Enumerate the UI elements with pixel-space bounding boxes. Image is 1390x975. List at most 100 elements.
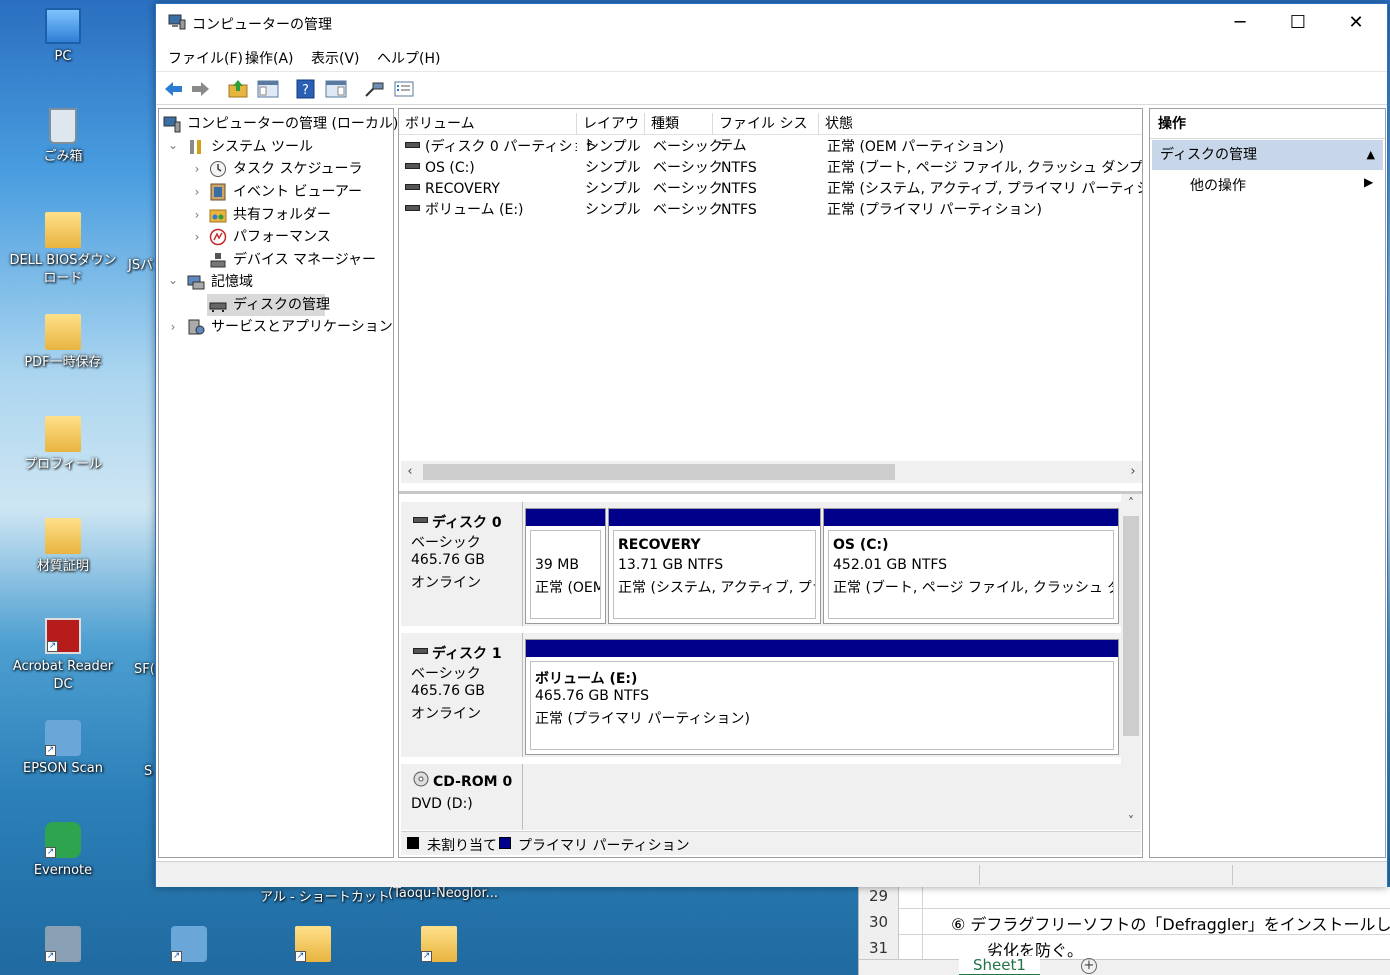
expand-arrow-icon[interactable]: ›	[191, 158, 203, 180]
disk-row-cdrom[interactable]: CD-ROM 0 DVD (D:)	[401, 764, 1121, 830]
menu-action[interactable]: 操作(A)	[245, 48, 294, 68]
partition-os-c[interactable]: OS (C:) 452.01 GB NTFS 正常 (ブート, ページ ファイル…	[823, 508, 1119, 624]
collapse-up-icon[interactable]: ▲	[1367, 140, 1375, 170]
expand-arrow-icon[interactable]: ›	[191, 226, 203, 248]
menu-file[interactable]: ファイル(F)	[168, 48, 243, 68]
title-bar[interactable]: コンピューターの管理 ─ ☐ ✕	[156, 4, 1387, 42]
partition-color-bar	[824, 509, 1118, 526]
desktop-icon-profile[interactable]: プロフィール	[4, 416, 122, 474]
shortcut-arrow-icon: ↗	[421, 951, 432, 962]
desktop-icon-pdf-temp[interactable]: PDF一時保存	[4, 314, 122, 372]
sheet-tab[interactable]: Sheet1	[959, 956, 1040, 975]
expand-arrow-icon[interactable]: ›	[191, 204, 203, 226]
desktop-icon-evernote[interactable]: ↗ Evernote	[4, 822, 122, 880]
desktop-icon-pc[interactable]: PC	[4, 8, 122, 66]
connect-icon[interactable]	[362, 78, 386, 100]
scroll-up-icon[interactable]: ˄	[1121, 494, 1141, 512]
scroll-left-icon[interactable]: ‹	[401, 461, 419, 483]
excel-row-number: 30	[859, 909, 899, 935]
properties-icon[interactable]	[392, 78, 416, 100]
disk-info[interactable]: CD-ROM 0 DVD (D:)	[401, 764, 523, 830]
folder-icon	[45, 416, 81, 452]
scrollbar-thumb[interactable]	[423, 464, 895, 480]
partition-recovery[interactable]: RECOVERY 13.71 GB NTFS 正常 (システム, アクティブ, …	[608, 508, 821, 624]
scrollbar-thumb[interactable]	[1123, 516, 1139, 736]
desktop-icon-recycle-bin[interactable]: ごみ箱	[4, 108, 122, 166]
excel-cell-text[interactable]: ⑥ デフラグフリーソフトの「Defraggler」をインストールして	[951, 911, 1390, 935]
partition-status: 正常 (システム, アクティブ, プライマリ	[618, 580, 815, 596]
legend-swatch-unallocated	[407, 837, 419, 849]
pc-icon	[45, 8, 81, 44]
disk-info[interactable]: ディスク 0 ベーシック 465.76 GB オンライン	[401, 502, 523, 626]
maximize-button[interactable]: ☐	[1269, 4, 1327, 42]
expand-arrow-icon[interactable]: ›	[167, 316, 179, 338]
expand-arrow-icon[interactable]: ›	[191, 181, 203, 203]
menu-view[interactable]: 表示(V)	[311, 48, 360, 68]
desktop-icon-bottom-4[interactable]: ↗	[380, 926, 498, 966]
show-hide-tree-icon[interactable]	[256, 78, 280, 100]
performance-icon	[209, 228, 227, 246]
tree-item-disk-management[interactable]: ディスクの管理	[207, 294, 330, 316]
disk-info[interactable]: ディスク 1 ベーシック 465.76 GB オンライン	[401, 633, 523, 757]
volume-status: 正常 (OEM パーティション)	[827, 139, 1004, 155]
column-header-volume[interactable]: ボリューム	[399, 113, 577, 135]
partition-volume-e[interactable]: ボリューム (E:) 465.76 GB NTFS 正常 (プライマリ パーティ…	[525, 639, 1119, 755]
scroll-right-icon[interactable]: ›	[1124, 461, 1142, 483]
column-header-type[interactable]: 種類	[645, 113, 713, 135]
actions-section-disk-management[interactable]: ディスクの管理 ▲	[1152, 140, 1383, 170]
desktop-icon-bottom-3[interactable]: ↗	[254, 926, 372, 966]
partition-oem[interactable]: 39 MB 正常 (OEM	[525, 508, 606, 624]
menu-help[interactable]: ヘルプ(H)	[377, 48, 440, 68]
column-header-filesystem[interactable]: ファイル システム	[713, 113, 819, 154]
vertical-scrollbar[interactable]: ˄ ˅	[1121, 494, 1141, 830]
disk-row-1[interactable]: ディスク 1 ベーシック 465.76 GB オンライン ボリューム (E:) …	[401, 633, 1121, 757]
volume-type: ベーシック	[653, 139, 723, 155]
horizontal-scrollbar[interactable]: ‹ ›	[401, 461, 1142, 483]
desktop-icon-epson-scan[interactable]: ↗ EPSON Scan	[4, 720, 122, 778]
up-folder-icon[interactable]	[226, 78, 250, 100]
show-hide-action-icon[interactable]	[324, 78, 348, 100]
disk-row-0[interactable]: ディスク 0 ベーシック 465.76 GB オンライン 39 MB 正常 (O…	[401, 502, 1121, 626]
disk-size: 465.76 GB	[411, 552, 485, 568]
disk-kind: DVD (D:)	[411, 796, 473, 812]
volume-name: ボリューム (E:)	[425, 202, 524, 218]
partition-body: ボリューム (E:) 465.76 GB NTFS 正常 (プライマリ パーティ…	[530, 661, 1114, 750]
collapse-arrow-icon[interactable]: ⌄	[167, 134, 179, 156]
partition-body: OS (C:) 452.01 GB NTFS 正常 (ブート, ページ ファイル…	[828, 530, 1114, 619]
submenu-arrow-icon[interactable]: ▶	[1364, 175, 1373, 189]
scroll-down-icon[interactable]: ˅	[1121, 812, 1141, 830]
volume-row[interactable]: (ディスク 0 パーティション 1) シンプル ベーシック 正常 (OEM パー…	[399, 137, 1142, 158]
volume-row[interactable]: RECOVERY シンプル ベーシック NTFS 正常 (システム, アクティブ…	[399, 179, 1142, 200]
actions-pane: 操作 ディスクの管理 ▲ 他の操作 ▶	[1149, 108, 1386, 858]
back-icon[interactable]	[162, 78, 186, 100]
volume-layout: シンプル	[585, 139, 641, 155]
minimize-button[interactable]: ─	[1211, 4, 1269, 42]
desktop-partial-label: アル - ショートカット	[260, 890, 390, 905]
window-title: コンピューターの管理	[192, 17, 332, 33]
volume-row[interactable]: OS (C:) シンプル ベーシック NTFS 正常 (ブート, ページ ファイ…	[399, 158, 1142, 179]
shortcut-arrow-icon: ↗	[45, 745, 56, 756]
desktop-icon-bottom-1[interactable]: ↗	[4, 926, 122, 966]
desktop-icon-dell-bios[interactable]: DELL BIOSダウンロード	[4, 212, 122, 288]
partition-body: RECOVERY 13.71 GB NTFS 正常 (システム, アクティブ, …	[613, 530, 816, 619]
column-header-status[interactable]: 状態	[819, 113, 1142, 135]
collapse-arrow-icon[interactable]: ⌄	[167, 269, 179, 291]
desktop-icon-material-cert[interactable]: 材質証明	[4, 518, 122, 576]
excel-cell	[899, 909, 923, 935]
status-bar	[156, 861, 1387, 887]
partition-color-bar	[526, 509, 605, 526]
desktop-icon-acrobat[interactable]: ↗ Acrobat Reader DC	[4, 618, 122, 694]
desktop-icon-bottom-2[interactable]: ↗	[130, 926, 248, 966]
disk-name: ディスク 0	[432, 515, 502, 531]
partition-title: RECOVERY	[618, 537, 701, 553]
column-header-layout[interactable]: レイアウト	[577, 113, 645, 154]
close-button[interactable]: ✕	[1327, 4, 1385, 42]
help-icon[interactable]: ?	[294, 78, 318, 100]
excel-sheet-tabs: Sheet1 +	[859, 956, 1390, 975]
forward-icon[interactable]	[188, 78, 212, 100]
volume-row[interactable]: ボリューム (E:) シンプル ベーシック NTFS 正常 (プライマリ パーテ…	[399, 200, 1142, 221]
add-sheet-button[interactable]: +	[1081, 958, 1097, 974]
tree-item-label: サービスとアプリケーション	[211, 319, 393, 335]
more-actions-item[interactable]: 他の操作	[1190, 175, 1246, 195]
svg-text:?: ?	[302, 83, 309, 98]
